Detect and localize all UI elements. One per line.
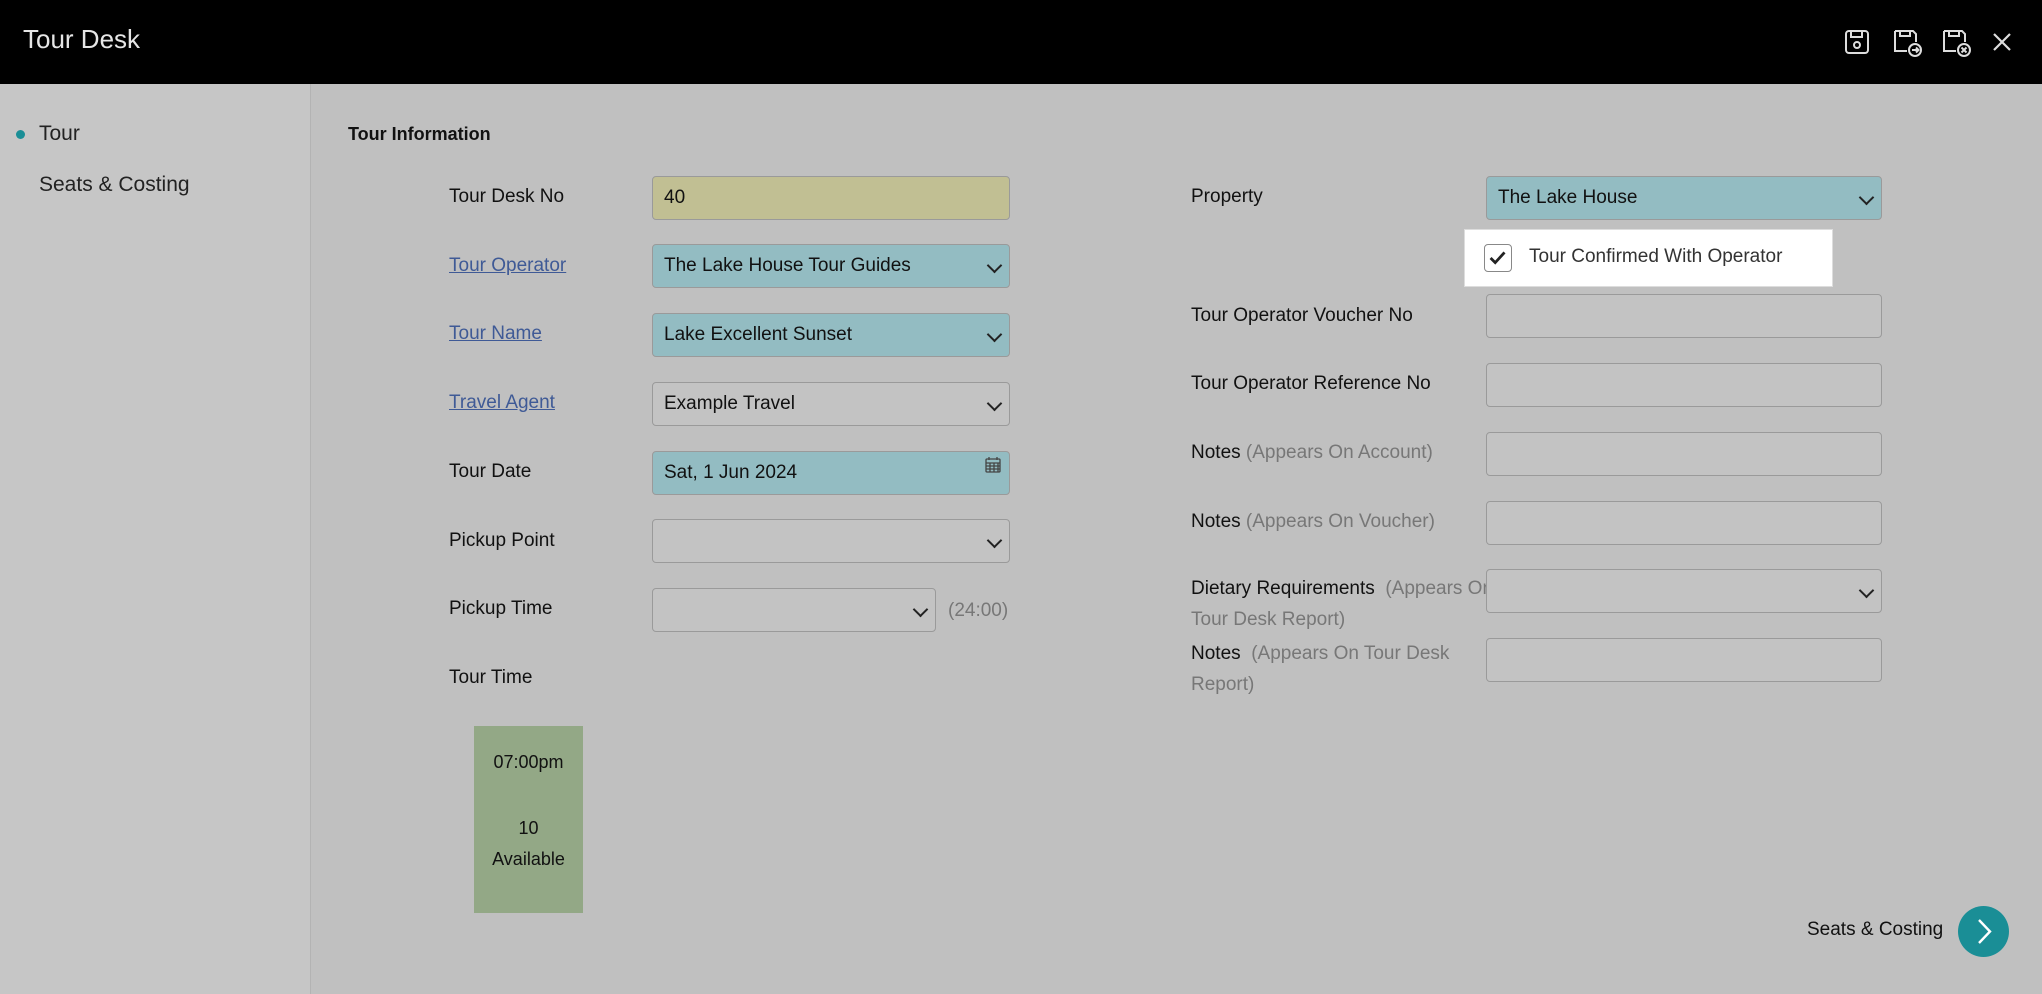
save-and-new-icon: [1894, 30, 1922, 57]
chevron-down-icon: [986, 395, 1003, 412]
property-value: The Lake House: [1498, 187, 1638, 208]
tour-operator-value: The Lake House Tour Guides: [664, 255, 911, 276]
slot-status: Available: [492, 849, 565, 869]
slot-seat-count: 10: [518, 818, 539, 838]
window-title: Tour Desk: [23, 24, 141, 54]
tour-name-link[interactable]: Tour Name: [449, 323, 542, 345]
active-indicator-dot: [16, 130, 25, 139]
slot-time: 07:00pm: [493, 752, 564, 772]
reference-no-label: Tour Operator Reference No: [1191, 373, 1431, 394]
section-title: Tour Information: [348, 124, 491, 144]
tour-time-label: Tour Time: [449, 667, 533, 688]
close-icon: [1993, 33, 2011, 51]
tour-confirmed-checkbox[interactable]: [1484, 244, 1512, 272]
dietary-select[interactable]: [1486, 569, 1882, 613]
travel-agent-link[interactable]: Travel Agent: [449, 392, 555, 414]
property-label: Property: [1191, 186, 1263, 207]
notes-report-label: Notes (Appears On Tour Desk Report): [1191, 638, 1449, 700]
dietary-label: Dietary Requirements (Appears On Tour De…: [1191, 573, 1493, 635]
notes-voucher-input[interactable]: [1486, 501, 1882, 545]
tour-date-label: Tour Date: [449, 461, 532, 482]
tour-desk-no-field[interactable]: 40: [652, 176, 1010, 220]
chevron-down-icon: [1858, 582, 1875, 599]
tour-desk-no-value: 40: [664, 187, 686, 208]
tour-name-select[interactable]: Lake Excellent Sunset: [652, 313, 1010, 357]
sidebar-item-tour[interactable]: Tour: [39, 122, 80, 146]
dietary-title: Dietary Requirements: [1191, 578, 1375, 599]
notes-report-hint-line1: (Appears On Tour Desk: [1251, 643, 1450, 664]
sidebar: Tour Seats & Costing: [0, 84, 311, 994]
chevron-down-icon: [986, 532, 1003, 549]
tour-operator-select[interactable]: The Lake House Tour Guides: [652, 244, 1010, 288]
app-header: Tour Desk: [0, 0, 2042, 84]
notes-report-title: Notes: [1191, 643, 1241, 664]
chevron-down-icon: [912, 601, 929, 618]
chevron-down-icon: [1858, 189, 1875, 206]
save-icon: [1845, 30, 1869, 54]
voucher-no-input[interactable]: [1486, 294, 1882, 338]
sidebar-item-seats-costing[interactable]: Seats & Costing: [39, 173, 190, 197]
notes-voucher-label: Notes (Appears On Voucher): [1191, 511, 1435, 533]
notes-report-hint-line2: Report): [1191, 674, 1255, 695]
calendar-icon[interactable]: [984, 456, 1002, 474]
pickup-point-label: Pickup Point: [449, 530, 555, 551]
chevron-right-icon: [1978, 919, 1992, 944]
travel-agent-select[interactable]: Example Travel: [652, 382, 1010, 426]
chevron-down-icon: [986, 257, 1003, 274]
pickup-time-format-hint: (24:00): [948, 600, 1009, 621]
pickup-point-select[interactable]: [652, 519, 1010, 563]
close-button[interactable]: [1984, 24, 2020, 60]
notes-report-input[interactable]: [1486, 638, 1882, 682]
notes-account-title: Notes: [1191, 442, 1241, 463]
dietary-hint-line2: Tour Desk Report): [1191, 609, 1346, 630]
save-and-new-button[interactable]: [1889, 24, 1925, 60]
reference-no-input[interactable]: [1486, 363, 1882, 407]
tour-confirmed-label: Tour Confirmed With Operator: [1529, 246, 1783, 267]
travel-agent-value: Example Travel: [664, 393, 795, 414]
notes-account-label: Notes (Appears On Account): [1191, 442, 1433, 464]
save-and-close-button[interactable]: [1938, 24, 1974, 60]
pickup-time-select[interactable]: [652, 588, 936, 632]
dietary-hint-line1: (Appears On: [1385, 578, 1494, 599]
tour-confirmed-panel: Tour Confirmed With Operator: [1464, 229, 1833, 287]
chevron-down-icon: [986, 326, 1003, 343]
pickup-time-label: Pickup Time: [449, 598, 553, 619]
notes-voucher-hint: (Appears On Voucher): [1245, 511, 1435, 532]
notes-account-hint: (Appears On Account): [1245, 442, 1433, 463]
voucher-no-label: Tour Operator Voucher No: [1191, 305, 1413, 326]
tour-name-value: Lake Excellent Sunset: [664, 324, 853, 345]
save-and-close-icon: [1943, 30, 1971, 57]
tour-operator-link[interactable]: Tour Operator: [449, 255, 566, 277]
tour-time-slot[interactable]: 07:00pm 10 Available: [474, 726, 583, 913]
tour-date-value: Sat, 1 Jun 2024: [664, 462, 798, 483]
notes-account-input[interactable]: [1486, 432, 1882, 476]
save-button[interactable]: [1839, 24, 1875, 60]
tour-date-field[interactable]: Sat, 1 Jun 2024: [652, 451, 1010, 495]
checkmark-icon: [1489, 251, 1506, 265]
next-step-button[interactable]: [1958, 906, 2009, 957]
notes-voucher-title: Notes: [1191, 511, 1241, 532]
next-step-label[interactable]: Seats & Costing: [1807, 919, 1943, 941]
tour-desk-no-label: Tour Desk No: [449, 186, 565, 207]
property-select[interactable]: The Lake House: [1486, 176, 1882, 220]
